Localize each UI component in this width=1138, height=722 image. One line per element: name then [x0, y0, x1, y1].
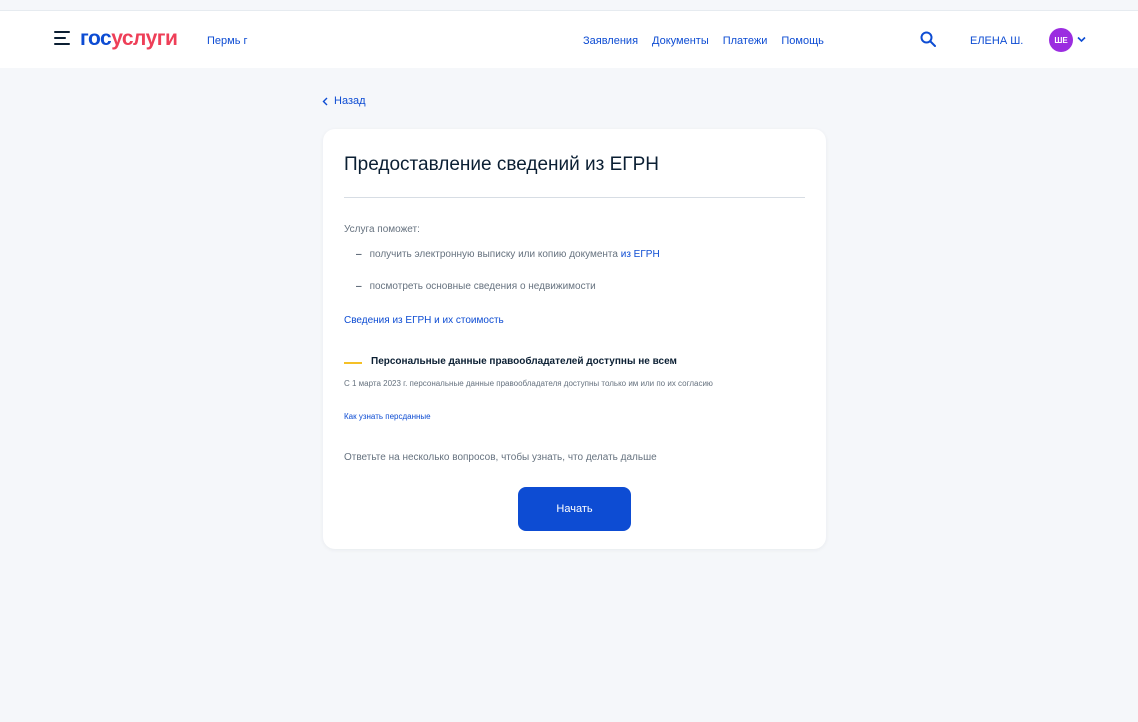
answer-prompt: Ответьте на несколько вопросов, чтобы уз… — [344, 452, 657, 463]
divider — [344, 197, 805, 198]
nav-documents[interactable]: Документы — [652, 35, 709, 47]
main-nav: Заявления Документы Платежи Помощь — [583, 35, 838, 47]
personal-data-link[interactable]: Как узнать персданные — [344, 412, 431, 421]
chevron-down-icon[interactable] — [1077, 36, 1086, 43]
egrn-cost-link[interactable]: Сведения из ЕГРН и их стоимость — [344, 315, 504, 326]
search-icon[interactable] — [920, 31, 936, 47]
service-card: Предоставление сведений из ЕГРН Услуга п… — [323, 129, 826, 549]
avatar[interactable]: ШЕ — [1049, 28, 1073, 52]
start-button[interactable]: Начать — [518, 487, 631, 531]
user-name[interactable]: ЕЛЕНА Ш. — [970, 35, 1023, 47]
menu-icon[interactable] — [54, 31, 70, 45]
notice-accent-line — [344, 362, 362, 364]
nav-payments[interactable]: Платежи — [723, 35, 768, 47]
notice-title: Персональные данные правообладателей дос… — [371, 356, 677, 367]
list-item: – получить электронную выписку или копию… — [356, 249, 660, 260]
egrn-link[interactable]: из ЕГРН — [621, 249, 660, 260]
bullet-dash: – — [356, 249, 362, 260]
top-header: госуслуги Пермь г Заявления Документы Пл… — [0, 10, 1138, 68]
region-selector[interactable]: Пермь г — [207, 35, 248, 47]
notice-text: С 1 марта 2023 г. персональные данные пр… — [344, 379, 713, 388]
gosuslugi-logo[interactable]: госуслуги — [80, 27, 178, 51]
bullet-dash: – — [356, 281, 362, 292]
list-item: – посмотреть основные сведения о недвижи… — [356, 281, 596, 292]
back-label: Назад — [334, 95, 366, 107]
chevron-left-icon — [322, 97, 328, 105]
back-link[interactable]: Назад — [322, 95, 366, 107]
list-item-text: получить электронную выписку или копию д… — [369, 249, 660, 260]
list-item-text: посмотреть основные сведения о недвижимо… — [369, 281, 596, 292]
nav-applications[interactable]: Заявления — [583, 35, 638, 47]
page-title: Предоставление сведений из ЕГРН — [344, 154, 659, 175]
service-intro: Услуга поможет: — [344, 224, 420, 235]
nav-help[interactable]: Помощь — [781, 35, 824, 47]
